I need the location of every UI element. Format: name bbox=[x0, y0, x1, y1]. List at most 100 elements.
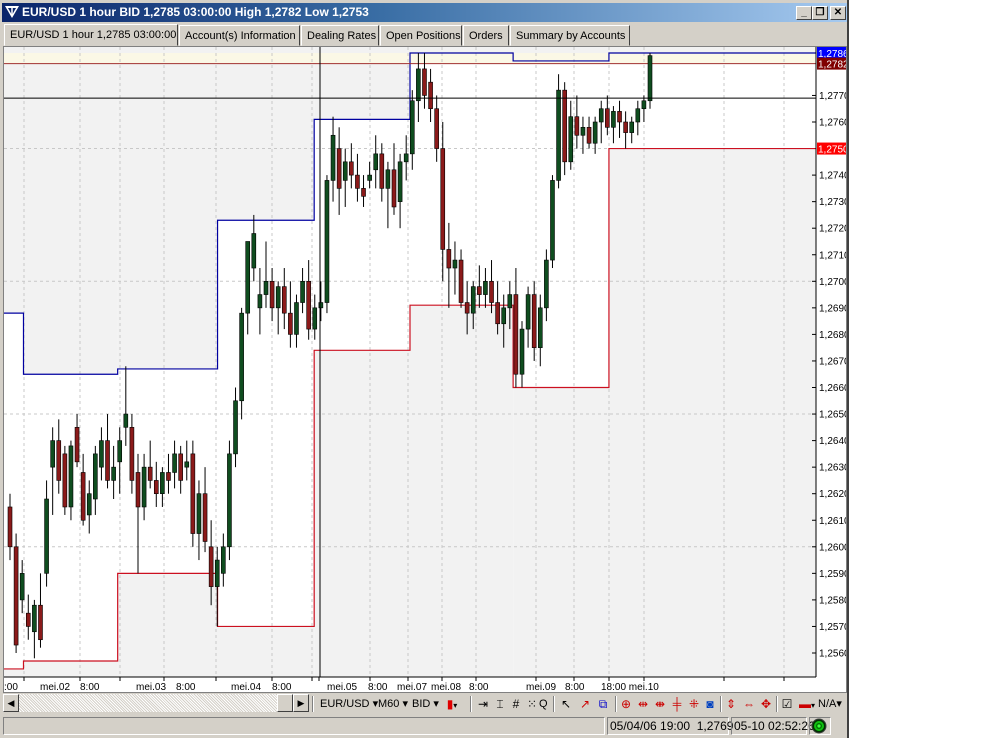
expand-horizontal-icon[interactable]: ⇼ bbox=[652, 696, 668, 712]
trendline-icon[interactable]: ↗ bbox=[577, 696, 593, 712]
tab-dealing-rates[interactable]: Dealing Rates bbox=[301, 25, 379, 46]
candle-body bbox=[208, 546, 214, 587]
symbol-value: EUR/USD bbox=[320, 698, 370, 710]
candle-body bbox=[330, 134, 336, 181]
tab-open-positions[interactable]: Open Positions bbox=[380, 25, 462, 46]
y-tick-label: 1,2560 bbox=[819, 649, 846, 660]
candle-body bbox=[263, 281, 269, 295]
candle-body bbox=[38, 604, 43, 641]
candle-body bbox=[214, 559, 220, 587]
status-panel-empty bbox=[3, 717, 605, 735]
vertical-size-icon[interactable]: ⇕ bbox=[723, 696, 739, 712]
y-tick-label: 1,2590 bbox=[819, 569, 846, 580]
minimize-button[interactable]: _ bbox=[796, 6, 812, 20]
candle-body bbox=[239, 312, 244, 402]
candle-body bbox=[550, 180, 555, 261]
y-tick-label: 1,2600 bbox=[819, 542, 846, 553]
scroll-left-button[interactable]: ◀ bbox=[3, 694, 19, 712]
candle-body bbox=[367, 174, 372, 181]
lower-shade bbox=[410, 305, 514, 677]
candle-body bbox=[422, 68, 427, 96]
candle-body bbox=[245, 241, 251, 314]
tab-orders[interactable]: Orders bbox=[463, 25, 509, 46]
candle-body bbox=[166, 472, 171, 481]
lower-shade bbox=[4, 668, 24, 677]
x-tick-label: 8:00 bbox=[565, 682, 585, 692]
crosshair-grid-icon[interactable]: ⁙ bbox=[524, 696, 540, 712]
candle-body bbox=[318, 302, 324, 309]
object-link-icon[interactable]: ⧉ bbox=[595, 696, 611, 712]
candle-body bbox=[312, 307, 318, 330]
x-tick-label: mei.02 bbox=[40, 682, 70, 692]
candle-body bbox=[294, 302, 299, 335]
x-tick-label: 8:00 bbox=[176, 682, 196, 692]
candle-body bbox=[623, 121, 628, 133]
auto-scale-icon[interactable]: ⌶ bbox=[492, 696, 508, 712]
tab-summary-by-accounts[interactable]: Summary by Accounts bbox=[510, 25, 630, 46]
grid-icon[interactable]: # bbox=[508, 696, 524, 712]
candle-body bbox=[190, 453, 196, 534]
all-size-icon[interactable]: ✥ bbox=[758, 696, 774, 712]
zoom-in-icon[interactable]: ⊕ bbox=[618, 696, 634, 712]
compress-horizontal-icon[interactable]: ⇹ bbox=[635, 696, 651, 712]
candlestick-chart[interactable]: 1,2560 1,2570 1,2580 1,2590 1,2600 1,2610 1,26… bbox=[4, 47, 846, 692]
cursor-arrow-icon[interactable]: ↖ bbox=[558, 696, 574, 712]
properties-icon[interactable]: ☑ bbox=[779, 696, 795, 712]
x-tick-label: mei.04 bbox=[231, 682, 261, 692]
scroll-thumb[interactable] bbox=[277, 694, 293, 712]
symbol-dropdown[interactable]: EUR/USD ▾ bbox=[320, 695, 378, 713]
candle-body bbox=[93, 453, 98, 500]
tab-account-information[interactable]: Account(s) Information bbox=[179, 25, 300, 46]
tab-chart[interactable]: EUR/USD 1 hour 1,2785 03:00:00 bbox=[4, 24, 178, 46]
cursor-price: 1,2769 bbox=[696, 719, 734, 733]
horizontal-size-icon[interactable]: ⇔ bbox=[741, 696, 757, 712]
candle bbox=[227, 440, 232, 561]
compress-vertical-icon[interactable]: ⁜ bbox=[686, 696, 702, 712]
price-type-dropdown[interactable]: BID ▾ bbox=[412, 695, 439, 713]
q-button[interactable]: Q bbox=[539, 695, 548, 713]
y-tick-label: 1,2650 bbox=[819, 410, 846, 421]
server-time: 05-10 02:52:26 bbox=[734, 719, 815, 733]
timeframe-dropdown[interactable]: M60 ▾ bbox=[378, 695, 408, 713]
line-color-icon[interactable]: ▬▾ bbox=[796, 696, 818, 712]
candle-body bbox=[288, 312, 293, 335]
candle-body bbox=[172, 453, 177, 473]
scroll-track[interactable] bbox=[19, 694, 293, 712]
candle bbox=[647, 52, 653, 109]
app-logo-icon bbox=[5, 6, 19, 18]
candle-body bbox=[452, 259, 458, 269]
lower-shade bbox=[608, 148, 816, 678]
y-tick-label: 1,2700 bbox=[819, 277, 846, 288]
tab-bar: EUR/USD 1 hour 1,2785 03:00:00 Account(s… bbox=[4, 24, 847, 46]
chart-area[interactable]: 1,2560 1,2570 1,2580 1,2590 1,2600 1,2610 1,26… bbox=[3, 46, 847, 693]
candle-body bbox=[403, 153, 409, 163]
candle-body bbox=[580, 127, 586, 136]
lower-shade bbox=[23, 660, 118, 677]
candle-body bbox=[68, 445, 74, 508]
price-type-value: BID bbox=[412, 698, 431, 710]
restore-button[interactable]: ❐ bbox=[812, 6, 828, 20]
candle-body bbox=[470, 286, 476, 314]
shift-chart-icon[interactable]: ⇥ bbox=[475, 696, 491, 712]
candle-body bbox=[147, 466, 153, 481]
expand-vertical-icon[interactable]: ╪ bbox=[669, 696, 685, 712]
candle-body bbox=[19, 573, 25, 601]
candle-body bbox=[605, 108, 610, 128]
scroll-right-button[interactable]: ▶ bbox=[293, 694, 309, 712]
candle-body bbox=[416, 68, 421, 102]
upper-shade bbox=[217, 47, 315, 221]
horizontal-scrollbar[interactable]: ◀ ▶ bbox=[3, 694, 309, 712]
close-button[interactable]: ✕ bbox=[830, 6, 846, 20]
x-tick-label: mei.09 bbox=[526, 682, 556, 692]
candle-body bbox=[153, 480, 159, 494]
candle-body bbox=[501, 307, 507, 325]
candle-type-icon[interactable]: ▮▾ bbox=[444, 696, 460, 712]
zoom-reset-icon[interactable]: ◙ bbox=[702, 696, 718, 712]
na-dropdown[interactable]: N/A▾ bbox=[818, 695, 842, 713]
title-bar[interactable]: EUR/USD 1 hour BID 1,2785 03:00:00 High … bbox=[2, 3, 847, 22]
candle bbox=[13, 533, 19, 653]
candle bbox=[62, 445, 68, 515]
candle bbox=[562, 82, 567, 176]
toolbar-separator bbox=[470, 696, 472, 712]
x-tick-label: 8:00 bbox=[469, 682, 489, 692]
